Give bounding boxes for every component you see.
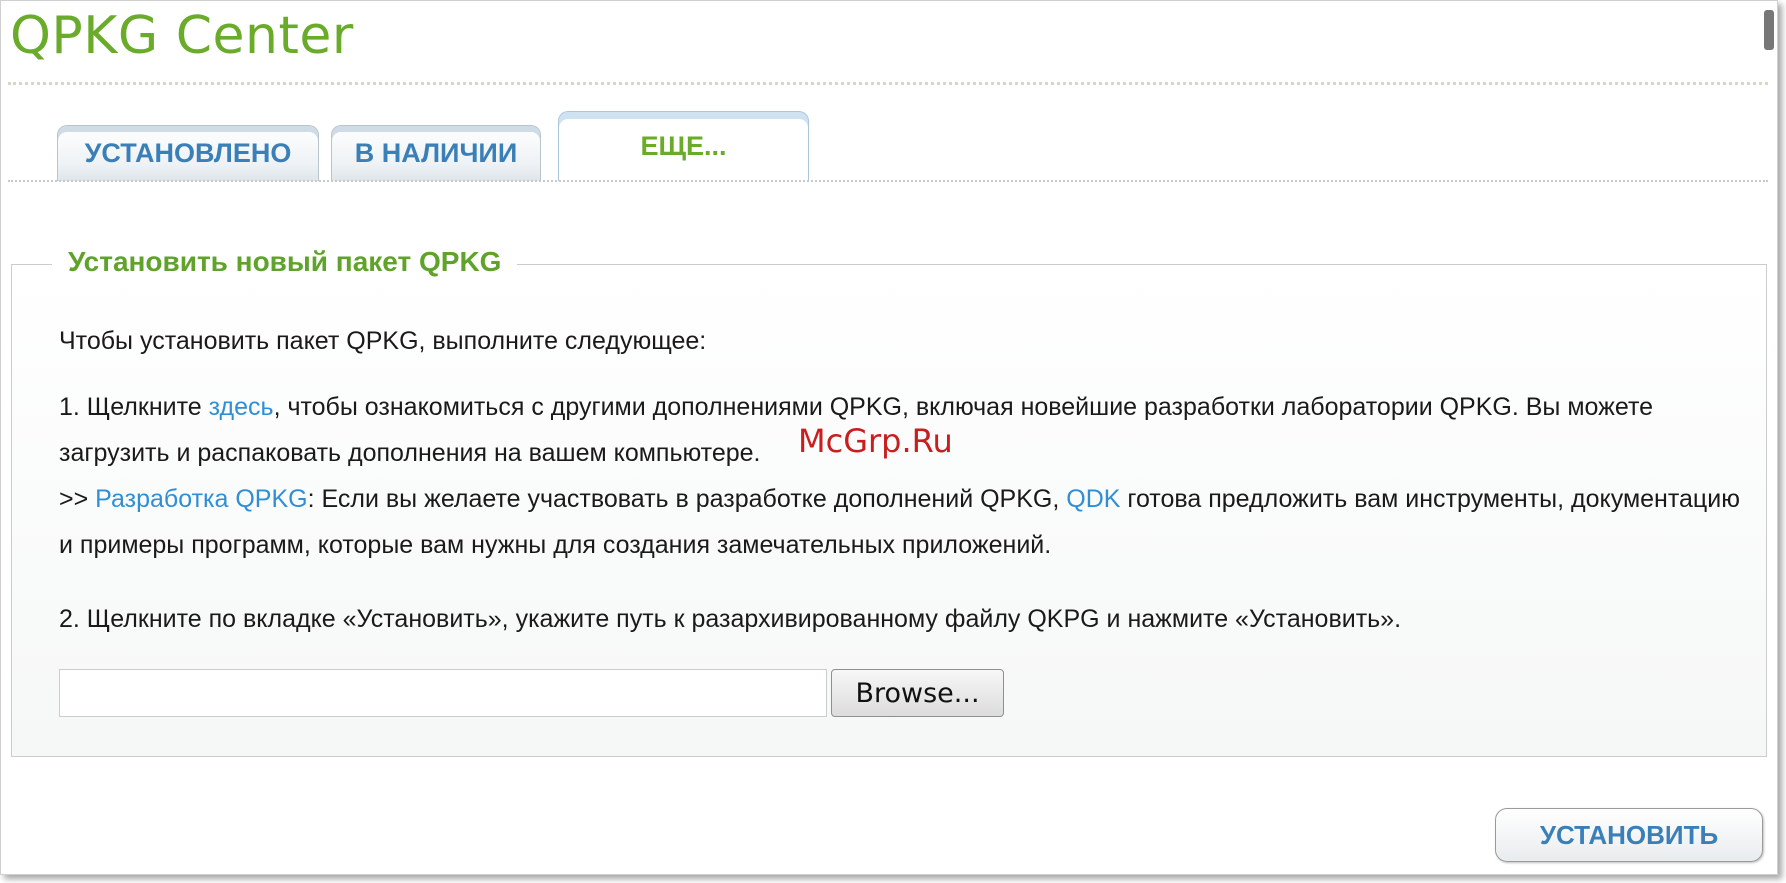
install-button[interactable]: УСТАНОВИТЬ	[1495, 808, 1763, 862]
step1-prefix: 1. Щелкните	[59, 393, 209, 421]
tab-installed[interactable]: УСТАНОВЛЕНО	[57, 125, 319, 181]
watermark: McGrp.Ru	[798, 422, 953, 460]
scrollbar-thumb[interactable]	[1764, 10, 1774, 50]
dev-prefix: >>	[59, 485, 96, 513]
tab-baseline-divider	[8, 180, 1768, 182]
tab-available[interactable]: В НАЛИЧИИ	[331, 125, 541, 181]
step2-text: 2. Щелкните по вкладке «Установить», ука…	[59, 605, 1402, 633]
dev-middle: : Если вы желаете участвовать в разработ…	[307, 485, 1067, 513]
qdk-link[interactable]: QDK	[1066, 485, 1120, 513]
intro-text: Чтобы установить пакет QPKG, выполните с…	[59, 327, 707, 355]
title-divider	[8, 82, 1768, 85]
tab-more[interactable]: ЕЩЕ...	[558, 111, 809, 181]
scrollbar[interactable]	[1762, 2, 1776, 872]
tab-bar: УСТАНОВЛЕНО В НАЛИЧИИ ЕЩЕ...	[57, 110, 1777, 181]
browse-button[interactable]: Browse...	[831, 669, 1004, 717]
file-path-input[interactable]	[59, 669, 827, 717]
step1-text: 1. Щелкните здесь, чтобы ознакомиться с …	[59, 384, 1759, 568]
here-link[interactable]: здесь	[209, 393, 274, 421]
page-title: QPKG Center	[10, 6, 354, 66]
panel-legend: Установить новый пакет QPKG	[52, 246, 518, 278]
qpkg-development-link[interactable]: Разработка QPKG	[95, 485, 307, 513]
